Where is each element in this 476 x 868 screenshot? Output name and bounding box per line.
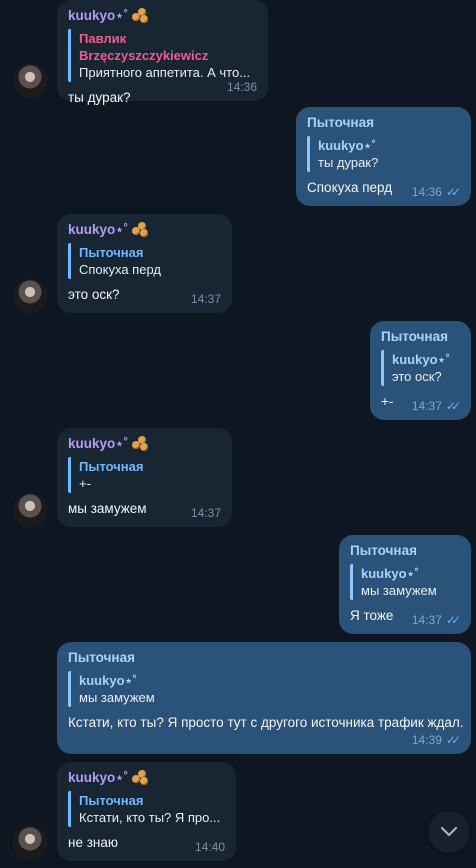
sender-name[interactable]: kuukyo⋆˚ — [68, 221, 221, 239]
double-check-icon: ✓✓ — [445, 399, 461, 413]
message-meta: 14:39 ✓✓ — [411, 733, 461, 747]
sender-name-text: kuukyo⋆˚ — [68, 8, 129, 23]
avatar[interactable] — [13, 279, 47, 313]
reply-quote[interactable]: kuukyo⋆˚ мы замужем — [350, 564, 460, 600]
cookie-emoji-icon — [132, 8, 149, 24]
sender-name-text: kuukyo⋆˚ — [68, 770, 129, 785]
sender-name-text: kuukyo⋆˚ — [68, 436, 129, 451]
message-time: 14:36 — [226, 80, 257, 94]
message-meta: 14:36 — [227, 80, 257, 94]
reply-text: Приятного аппетита. А что... — [79, 65, 251, 80]
sender-name[interactable]: kuukyo⋆˚ — [68, 435, 221, 453]
reply-quote[interactable]: Пыточная +- — [68, 457, 221, 493]
scroll-to-bottom-button[interactable] — [428, 811, 470, 853]
reply-author: kuukyo⋆˚ — [392, 352, 450, 367]
message-bubble-outgoing[interactable]: Пыточная kuukyo⋆˚ ты дурак? Спокуха перд… — [296, 107, 471, 206]
reply-text: Кстати, кто ты? Я про... — [79, 810, 221, 825]
double-check-icon: ✓✓ — [445, 733, 461, 747]
reply-quote[interactable]: kuukyo⋆˚ мы замужем — [68, 671, 460, 707]
chevron-down-icon — [440, 826, 458, 837]
cookie-emoji-icon — [132, 770, 149, 786]
avatar[interactable] — [13, 64, 47, 98]
message-bubble-incoming[interactable]: kuukyo⋆˚ Павлик Brzęczyszczykiewicz Прия… — [57, 0, 268, 105]
reply-quote[interactable]: kuukyo⋆˚ это оск? — [381, 350, 460, 386]
reply-text: мы замужем — [361, 583, 437, 598]
message-meta: 14:37 ✓✓ — [411, 399, 461, 413]
reply-author: kuukyo⋆˚ — [79, 673, 137, 688]
double-check-icon: ✓✓ — [445, 185, 461, 199]
message-meta: 14:37 ✓✓ — [411, 613, 461, 627]
reply-author: Пыточная — [79, 793, 144, 808]
message-text: Кстати, кто ты? Я просто тут с другого и… — [68, 715, 464, 730]
avatar[interactable] — [13, 493, 47, 527]
message-time: 14:37 — [411, 399, 442, 413]
message-bubble-outgoing[interactable]: Пыточная kuukyo⋆˚ мы замужем Я тоже 14:3… — [339, 535, 471, 634]
message-meta: 14:37 — [191, 506, 221, 520]
message-time: 14:37 — [411, 613, 442, 627]
message-meta: 14:40 — [195, 840, 225, 854]
reply-quote[interactable]: Павлик Brzęczyszczykiewicz Приятного апп… — [68, 29, 257, 82]
message-time: 14:36 — [411, 185, 442, 199]
message-bubble-incoming[interactable]: kuukyo⋆˚ Пыточная Кстати, кто ты? Я про.… — [57, 762, 236, 861]
reply-quote[interactable]: Пыточная Спокуха перд — [68, 243, 221, 279]
sender-name: Пыточная — [381, 329, 448, 344]
message-time: 14:40 — [194, 840, 225, 854]
reply-text: это оск? — [392, 369, 442, 384]
message-bubble-outgoing[interactable]: Пыточная kuukyo⋆˚ это оск? +- 14:37 ✓✓ — [370, 321, 471, 420]
reply-author: Пыточная — [79, 245, 144, 260]
message-time: 14:37 — [190, 506, 221, 520]
cookie-emoji-icon — [132, 436, 149, 452]
reply-text: +- — [79, 476, 91, 491]
reply-quote[interactable]: kuukyo⋆˚ ты дурак? — [307, 136, 460, 172]
reply-author: Пыточная — [79, 459, 144, 474]
message-meta: 14:37 — [191, 292, 221, 306]
reply-text: мы замужем — [79, 690, 155, 705]
double-check-icon: ✓✓ — [445, 613, 461, 627]
sender-name: Пыточная — [350, 543, 417, 558]
avatar[interactable] — [13, 826, 47, 860]
message-bubble-incoming[interactable]: kuukyo⋆˚ Пыточная +- мы замужем 14:37 — [57, 428, 232, 527]
sender-name: Пыточная — [68, 650, 135, 665]
message-bubble-outgoing[interactable]: Пыточная kuukyo⋆˚ мы замужем Кстати, кто… — [57, 642, 471, 754]
message-meta: 14:36 ✓✓ — [411, 185, 461, 199]
message-time: 14:37 — [190, 292, 221, 306]
reply-text: Спокуха перд — [79, 262, 161, 277]
sender-name-text: kuukyo⋆˚ — [68, 222, 129, 237]
sender-name[interactable]: kuukyo⋆˚ — [68, 769, 225, 787]
reply-author: Павлик Brzęczyszczykiewicz — [79, 31, 209, 63]
sender-name: Пыточная — [307, 115, 374, 130]
sender-name[interactable]: kuukyo⋆˚ — [68, 7, 257, 25]
message-time: 14:39 — [411, 733, 442, 747]
cookie-emoji-icon — [132, 222, 149, 238]
reply-author: kuukyo⋆˚ — [361, 566, 419, 581]
message-bubble-incoming[interactable]: kuukyo⋆˚ Пыточная Спокуха перд это оск? … — [57, 214, 232, 313]
reply-text: ты дурак? — [318, 155, 379, 170]
reply-quote[interactable]: Пыточная Кстати, кто ты? Я про... — [68, 791, 225, 827]
reply-author: kuukyo⋆˚ — [318, 138, 376, 153]
